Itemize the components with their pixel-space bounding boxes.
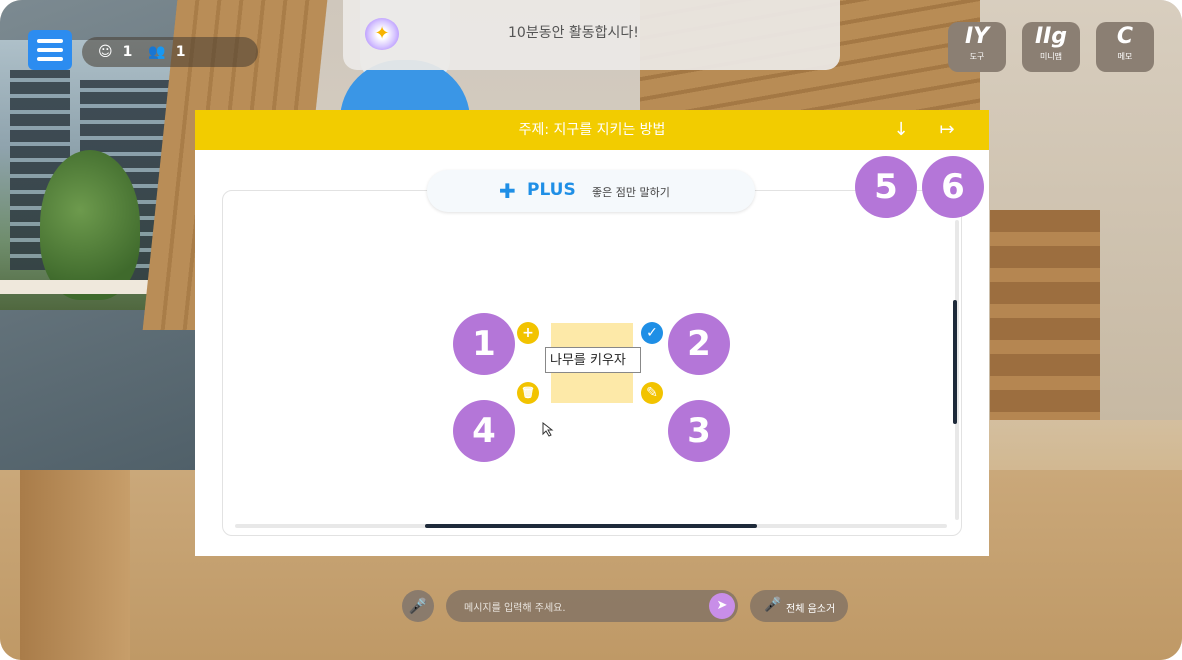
marker-3: 3 — [668, 400, 730, 462]
group-icon: 👥 — [148, 44, 166, 60]
marker-1: 1 — [453, 313, 515, 375]
minimap-label: 미니맵 — [1039, 52, 1063, 61]
minimap-icon: IIg — [1034, 24, 1068, 49]
chat-placeholder: 메시지를 입력해 주세요. — [464, 603, 566, 614]
board-title: 주제: 지구를 지키는 방법 — [518, 122, 666, 138]
sticky-note-input[interactable]: 나무를 키우자 — [545, 347, 641, 373]
mic-icon: 🎤 — [408, 597, 428, 615]
memo-icon: C — [1116, 24, 1134, 49]
marker-5: 5 — [855, 156, 917, 218]
plus-subtitle: 좋은 점만 말하기 — [592, 186, 670, 199]
minimap-button[interactable]: IIg 미니맵 — [1022, 22, 1080, 72]
memo-label: 메모 — [1117, 52, 1133, 61]
wood-stairs — [990, 210, 1100, 420]
menu-line — [37, 57, 63, 61]
menu-line — [37, 39, 63, 43]
tools-icon: IY — [964, 24, 990, 49]
marker-6: 6 — [922, 156, 984, 218]
mute-all-label: 전체 음소거 — [786, 604, 836, 615]
confirm-note-button[interactable]: ✓ — [641, 322, 663, 344]
marker-2: 2 — [668, 313, 730, 375]
plus-title: PLUS — [527, 180, 576, 200]
marker-4: 4 — [453, 400, 515, 462]
plus-icon: ✚ — [499, 179, 516, 203]
add-note-button[interactable]: + — [517, 322, 539, 344]
virtual-classroom-screen: ☺ 1 👥 1 ✦ 10분동안 활동합시다! IY 도구 IIg 미니맵 C 메… — [0, 0, 1182, 660]
user-icon: ☺ — [98, 44, 113, 60]
vertical-scrollbar[interactable] — [953, 300, 957, 424]
plus-category-pill: ✚ PLUS 좋은 점만 말하기 — [427, 170, 755, 212]
hamburger-menu-button[interactable] — [28, 30, 72, 70]
banner-text: 10분동안 활동합시다! — [508, 25, 639, 41]
menu-line — [37, 48, 63, 52]
send-icon[interactable]: ➤ — [709, 593, 735, 619]
mouse-cursor-icon — [542, 422, 554, 437]
brainstorm-board: 주제: 지구를 지키는 방법 ↓ ↦ ✚ PLUS 좋은 점만 말하기 나무를 … — [195, 110, 989, 556]
timer-badge-icon: ✦ — [365, 18, 399, 50]
mute-mic-icon: 🎤 — [764, 597, 782, 613]
tree — [40, 150, 140, 300]
user-count: 1 — [122, 44, 133, 60]
mic-toggle-button[interactable]: 🎤 — [402, 590, 434, 622]
edit-note-button[interactable]: ✎ — [641, 382, 663, 404]
delete-note-button[interactable]: 🗑 — [517, 382, 539, 404]
activity-banner: ✦ 10분동안 활동합시다! — [343, 0, 840, 70]
mute-all-button[interactable]: 🎤 전체 음소거 — [750, 590, 848, 622]
horizontal-scrollbar[interactable] — [425, 524, 757, 528]
chat-input-field[interactable]: 메시지를 입력해 주세요. ➤ — [446, 590, 738, 622]
exit-icon[interactable]: ↦ — [935, 118, 959, 142]
tools-label: 도구 — [969, 52, 985, 61]
download-icon[interactable]: ↓ — [889, 118, 913, 142]
memo-button[interactable]: C 메모 — [1096, 22, 1154, 72]
participant-counter[interactable]: ☺ 1 👥 1 — [82, 37, 258, 67]
board-header: 주제: 지구를 지키는 방법 ↓ ↦ — [195, 110, 989, 150]
tools-button[interactable]: IY 도구 — [948, 22, 1006, 72]
group-count: 1 — [175, 44, 186, 60]
wood-post — [20, 470, 130, 660]
